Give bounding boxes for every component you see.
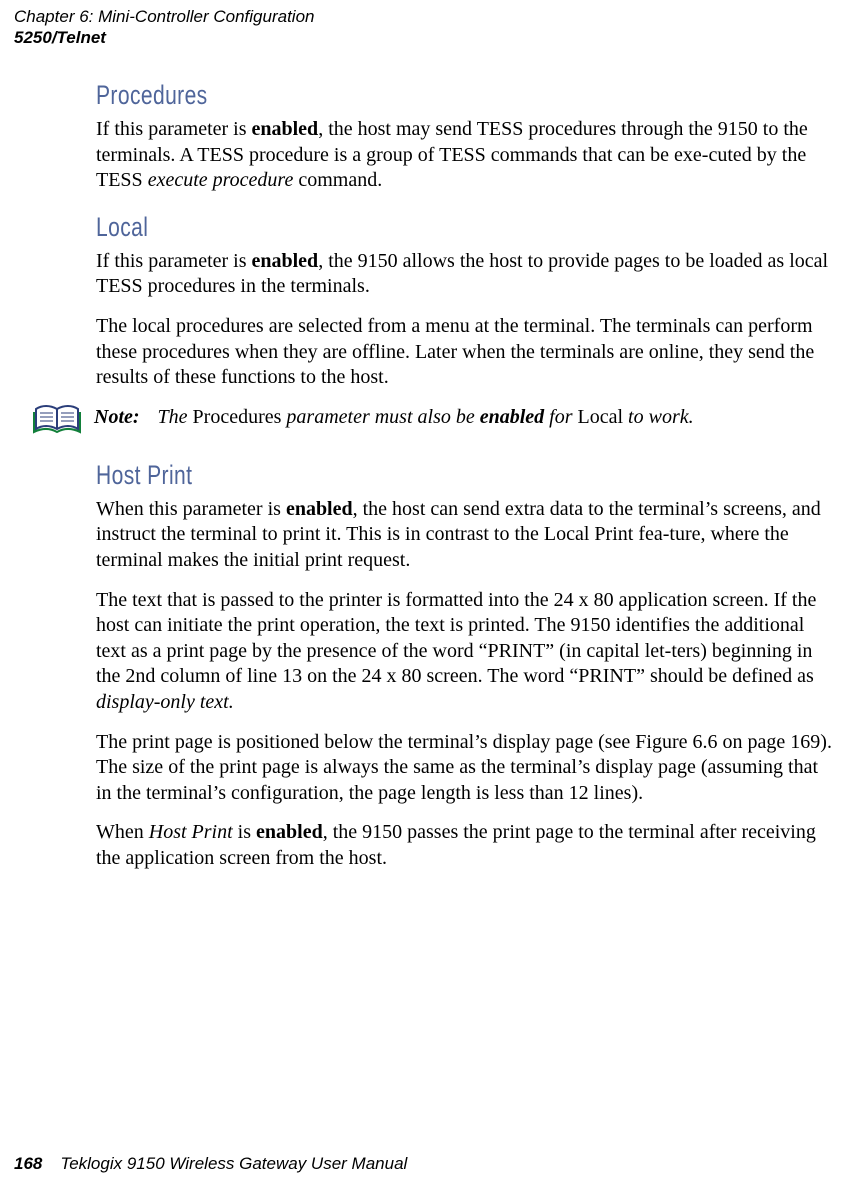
text: to work. (623, 406, 694, 428)
note-label: Note: (94, 406, 140, 428)
text-italic: display-only text. (96, 691, 234, 713)
text: When this parameter is (96, 498, 286, 520)
hostprint-body-1: When this parameter is enabled, the host… (96, 497, 836, 574)
text: The (158, 406, 193, 428)
note-row: Note: The Procedures parameter must also … (32, 405, 836, 442)
book-icon (32, 403, 84, 442)
running-header: Chapter 6: Mini-Controller Configuration… (14, 6, 314, 49)
text-bold: enabled (256, 821, 323, 843)
text: parameter must also be (281, 406, 479, 428)
footer-title: Teklogix 9150 Wireless Gateway User Manu… (60, 1154, 407, 1173)
page-number: 168 (14, 1154, 42, 1173)
heading-host-print: Host Print (96, 460, 673, 491)
hostprint-body-4: When Host Print is enabled, the 9150 pas… (96, 820, 836, 871)
text-bold: enabled (252, 250, 319, 272)
text-upright: Procedures (193, 406, 282, 428)
text: for (544, 406, 577, 428)
text-upright: Local (578, 406, 624, 428)
text: command. (293, 169, 382, 191)
text: is (233, 821, 256, 843)
note-text: Note: The Procedures parameter must also … (94, 405, 694, 431)
local-body-1: If this parameter is enabled, the 9150 a… (96, 249, 836, 300)
text-bold: enabled (252, 118, 319, 140)
heading-procedures: Procedures (96, 80, 673, 111)
hostprint-body-3: The print page is positioned below the t… (96, 730, 836, 807)
footer: 168 Teklogix 9150 Wireless Gateway User M… (14, 1154, 407, 1174)
content-area: Procedures If this parameter is enabled,… (96, 80, 836, 871)
hostprint-body-2: The text that is passed to the printer i… (96, 588, 836, 716)
text-italic: Host Print (149, 821, 233, 843)
page: Chapter 6: Mini-Controller Configuration… (0, 0, 844, 1198)
header-topic: 5250/Telnet (14, 27, 314, 48)
text: When (96, 821, 149, 843)
header-chapter: Chapter 6: Mini-Controller Configuration (14, 6, 314, 27)
text: If this parameter is (96, 250, 252, 272)
text: If this parameter is (96, 118, 252, 140)
procedures-body: If this parameter is enabled, the host m… (96, 117, 836, 194)
text-italic: execute procedure (148, 169, 294, 191)
text-bold: enabled (286, 498, 353, 520)
text-bold-italic: enabled (480, 406, 544, 428)
heading-local: Local (96, 212, 673, 243)
local-body-2: The local procedures are selected from a… (96, 314, 836, 391)
text: The text that is passed to the printer i… (96, 589, 816, 688)
